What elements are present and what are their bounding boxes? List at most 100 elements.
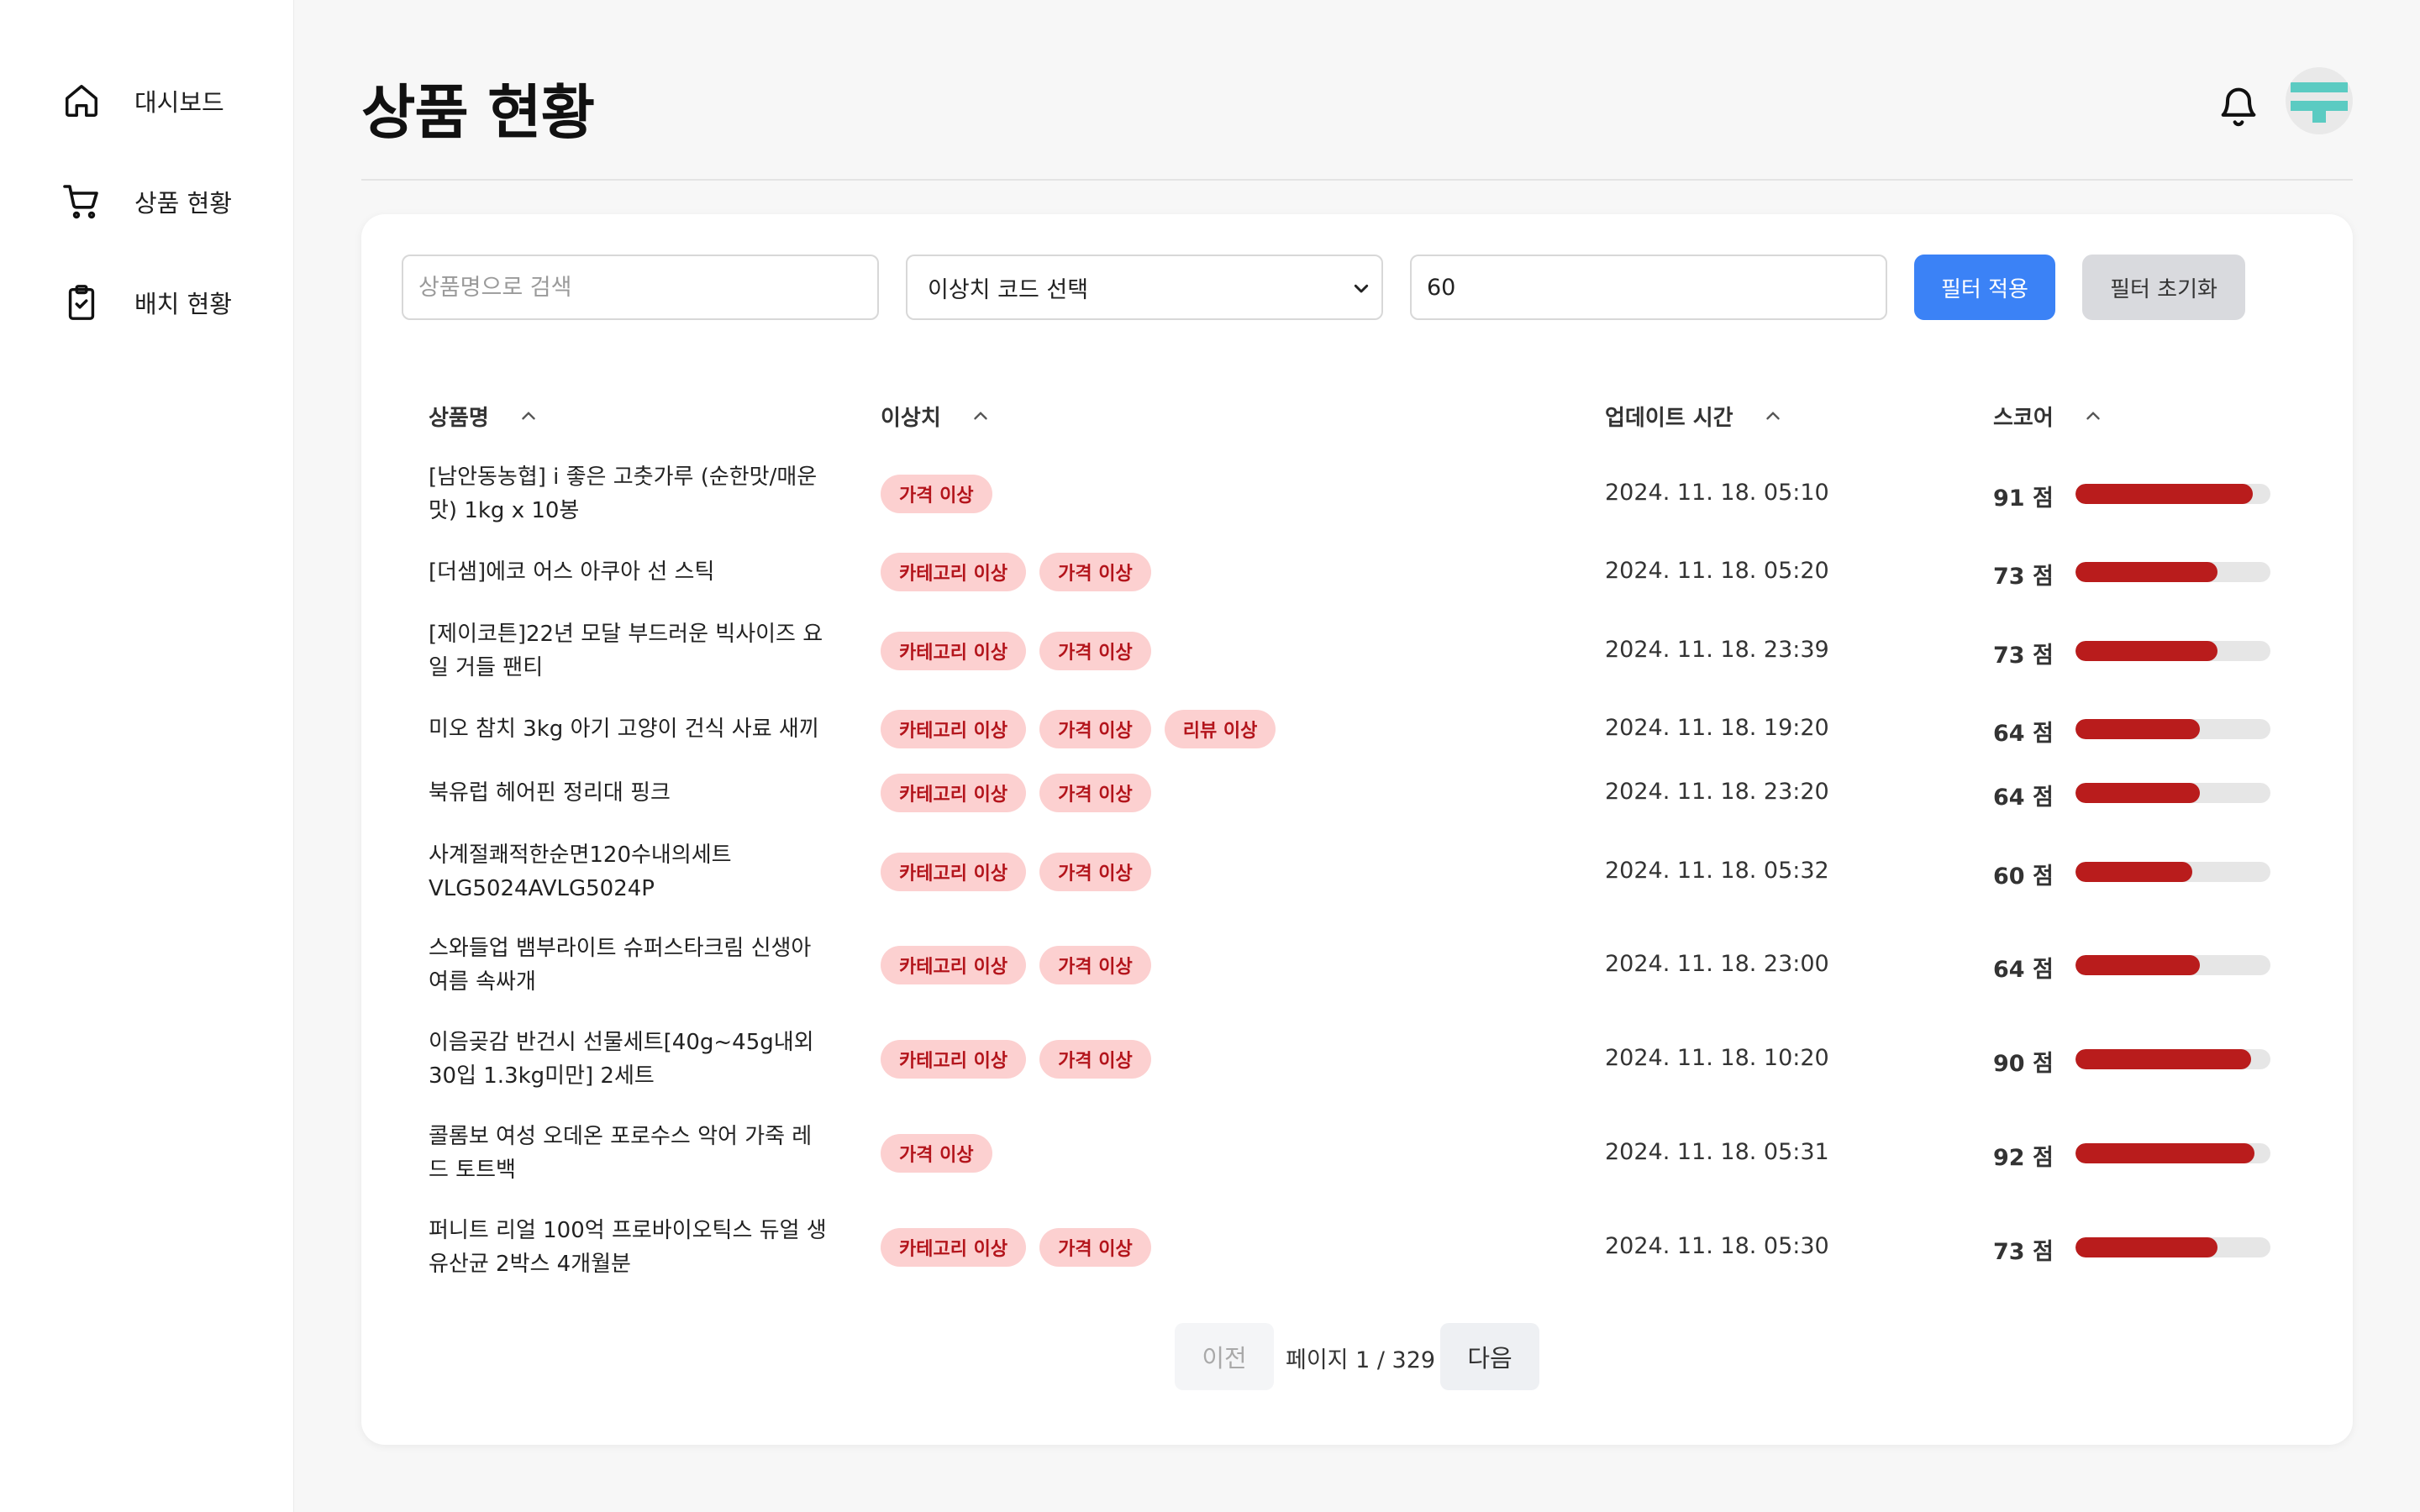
sidebar-item-dashboard[interactable]: 대시보드 (0, 50, 293, 151)
column-header-anomaly[interactable]: 이상치 (881, 382, 992, 449)
anomaly-tag: 가격 이상 (1039, 710, 1151, 748)
product-name: 퍼니트 리얼 100억 프로바이오틱스 듀얼 생유산균 2박스 4개월분 (429, 1218, 827, 1277)
score-bar (2075, 1049, 2270, 1069)
product-name: 사계절쾌적한순면120수내의세트 VLG5024AVLG5024P (429, 843, 732, 901)
score-value: 90 점 (1993, 1051, 2054, 1077)
score-bar (2075, 562, 2270, 582)
score-bar-fill (2075, 641, 2218, 661)
anomaly-tag: 가격 이상 (1039, 553, 1151, 591)
anomaly-tags: 카테고리 이상 가격 이상 (881, 632, 1151, 670)
next-page-button[interactable]: 다음 (1440, 1323, 1539, 1390)
anomaly-tags: 카테고리 이상 가격 이상 리뷰 이상 (881, 710, 1276, 748)
score-bar-fill (2075, 719, 2201, 739)
score-bar-fill (2075, 1049, 2251, 1069)
app-root: 대시보드 상품 현황 배치 현황 상품 현황 상품명으로 검색 이상치 코드 선… (0, 0, 2420, 1512)
updated-time: 2024. 11. 18. 23:39 (1605, 637, 1829, 663)
clipboard-check-icon (60, 281, 103, 323)
cart-icon (60, 181, 103, 223)
sort-up-icon[interactable] (970, 405, 992, 427)
anomaly-tag: 카테고리 이상 (881, 946, 1027, 984)
score-bar (2075, 719, 2270, 739)
score-bar-fill (2075, 562, 2218, 582)
score-bar-fill (2075, 783, 2201, 803)
anomaly-tag: 카테고리 이상 (881, 710, 1027, 748)
column-header-updated[interactable]: 업데이트 시간 (1605, 382, 1784, 449)
updated-time: 2024. 11. 18. 05:20 (1605, 558, 1829, 584)
anomaly-tags: 가격 이상 (881, 475, 992, 513)
sidebar-item-products[interactable]: 상품 현황 (0, 151, 293, 252)
anomaly-tag: 가격 이상 (1039, 774, 1151, 812)
score-value: 64 점 (1993, 785, 2054, 811)
anomaly-tag: 가격 이상 (1039, 1040, 1151, 1079)
product-name: 북유럽 헤어핀 정리대 핑크 (429, 780, 671, 806)
score-value: 73 점 (1993, 564, 2054, 590)
prev-page-button[interactable]: 이전 (1175, 1323, 1274, 1390)
anomaly-tags: 가격 이상 (881, 1134, 992, 1173)
updated-time: 2024. 11. 18. 23:20 (1605, 779, 1829, 805)
anomaly-tag: 카테고리 이상 (881, 632, 1027, 670)
score-value: 91 점 (1993, 486, 2054, 512)
sidebar-item-label: 배치 현황 (134, 290, 232, 318)
sort-up-icon[interactable] (2082, 405, 2104, 427)
anomaly-tag: 카테고리 이상 (881, 853, 1027, 891)
page-header: 상품 현황 (361, 0, 2353, 181)
reset-filter-button[interactable]: 필터 초기화 (2082, 255, 2245, 320)
score-bar (2075, 783, 2270, 803)
select-value: 이상치 코드 선택 (928, 276, 1089, 303)
anomaly-tags: 카테고리 이상 가격 이상 (881, 774, 1151, 812)
updated-time: 2024. 11. 18. 05:10 (1605, 480, 1829, 506)
anomaly-tags: 카테고리 이상 가격 이상 (881, 853, 1151, 891)
sort-up-icon[interactable] (518, 405, 539, 427)
apply-filter-button[interactable]: 필터 적용 (1914, 255, 2055, 320)
score-bar (2075, 862, 2270, 882)
score-bar (2075, 1237, 2270, 1257)
sidebar-item-batch[interactable]: 배치 현황 (0, 252, 293, 353)
anomaly-tag: 카테고리 이상 (881, 553, 1027, 591)
score-value: 92 점 (1993, 1145, 2054, 1171)
product-name: [제이코튼]22년 모달 부드러운 빅사이즈 요일 거들 팬티 (429, 622, 823, 680)
anomaly-tags: 카테고리 이상 가격 이상 (881, 553, 1151, 591)
score-bar (2075, 1143, 2270, 1163)
bell-icon[interactable] (2217, 82, 2260, 129)
column-header-score[interactable]: 스코어 (1993, 382, 2104, 449)
score-bar (2075, 641, 2270, 661)
anomaly-tag: 가격 이상 (1039, 1228, 1151, 1267)
updated-time: 2024. 11. 18. 10:20 (1605, 1045, 1829, 1071)
filter-bar: 이상치 코드 선택 필터 적용 필터 초기화 (402, 255, 2334, 320)
anomaly-tags: 카테고리 이상 가격 이상 (881, 1228, 1151, 1267)
product-name: [남안동농협] i 좋은 고춧가루 (순한맛/매운맛) 1kg x 10봉 (429, 465, 818, 523)
table-header: 상품명 이상치 업데이트 시간 스코어 (361, 382, 2353, 449)
sort-up-icon[interactable] (1762, 405, 1784, 427)
chevron-down-icon (1348, 275, 1375, 302)
anomaly-code-select[interactable]: 이상치 코드 선택 (906, 255, 1383, 320)
updated-time: 2024. 11. 18. 23:00 (1605, 951, 1829, 977)
score-bar-fill (2075, 484, 2254, 504)
updated-time: 2024. 11. 18. 19:20 (1605, 715, 1829, 741)
product-name: 미오 참치 3kg 아기 고양이 건식 사료 새끼 (429, 717, 819, 742)
anomaly-tags: 카테고리 이상 가격 이상 (881, 946, 1151, 984)
score-bar-fill (2075, 862, 2193, 882)
score-value: 64 점 (1993, 957, 2054, 983)
anomaly-tags: 카테고리 이상 가격 이상 (881, 1040, 1151, 1079)
search-input[interactable] (402, 255, 879, 320)
score-value: 73 점 (1993, 1239, 2054, 1265)
product-name: 콜롬보 여성 오데온 포로수스 악어 가죽 레드 토트백 (429, 1124, 813, 1183)
score-bar-fill (2075, 955, 2201, 975)
updated-time: 2024. 11. 18. 05:32 (1605, 858, 1829, 884)
anomaly-tag: 가격 이상 (1039, 853, 1151, 891)
product-name: 스와들업 뱀부라이트 슈퍼스타크림 신생아 여름 속싸개 (429, 936, 812, 995)
updated-time: 2024. 11. 18. 05:30 (1605, 1233, 1829, 1259)
pagination: 이전 페이지 1 / 329 다음 (361, 1323, 2353, 1390)
product-name: [더샘]에코 어스 아쿠아 선 스틱 (429, 559, 715, 585)
product-name: 이음곶감 반건시 선물세트[40g~45g내외 30입 1.3kg미만] 2세트 (429, 1030, 814, 1089)
score-threshold-input[interactable] (1410, 255, 1887, 320)
anomaly-tag: 리뷰 이상 (1164, 710, 1276, 748)
home-icon (60, 80, 103, 122)
score-bar-fill (2075, 1237, 2218, 1257)
anomaly-tag: 카테고리 이상 (881, 774, 1027, 812)
page-title: 상품 현황 (361, 78, 595, 147)
column-header-name[interactable]: 상품명 (429, 382, 539, 449)
score-bar-fill (2075, 1143, 2255, 1163)
page-info: 페이지 1 / 329 (1286, 1347, 1436, 1373)
avatar[interactable] (2286, 67, 2353, 134)
